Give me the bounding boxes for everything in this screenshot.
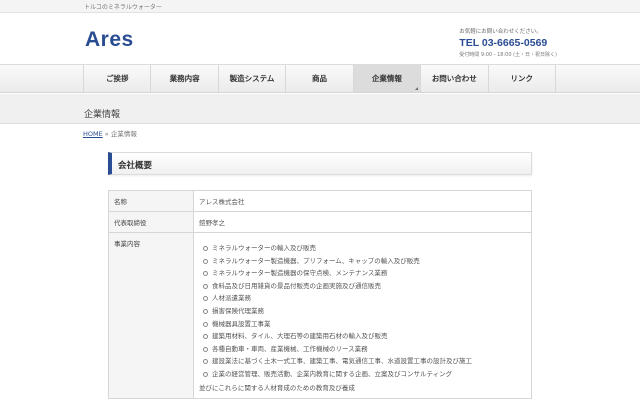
list-item: ミネラルウォーター製造機器、プリフォーム、キャップの輸入及び販売	[199, 255, 526, 268]
list-item: 機械器具設置工事業	[199, 318, 526, 331]
breadcrumb-home-link[interactable]: HOME	[83, 130, 103, 138]
section-heading: 会社概要	[108, 152, 532, 175]
company-overview-table: 名称 アレス株式会社 代表取締役 鎧野孝之 事業内容 ミネラルウォーターの輸入及…	[108, 190, 532, 399]
section-heading-text: 会社概要	[118, 161, 153, 171]
list-item: 各種自動車・車両、産業機械、工作機械のリース業務	[199, 343, 526, 356]
site-logo[interactable]: Ares	[85, 28, 134, 52]
business-extra-text: 並びにこれらに関する人材育成のための教育及び養成	[199, 383, 355, 392]
list-item: ミネラルウォーター製造機器の保守点検、メンテナンス業務	[199, 267, 526, 280]
top-bar: トルコのミネラルウォーター	[0, 0, 640, 13]
breadcrumb-separator: »	[102, 130, 111, 138]
nav-menu: ご挨拶 業務内容 製造システム 商品 企業情報 お問い合わせ リンク	[83, 65, 556, 92]
list-item: 損害保険代理業務	[199, 305, 526, 318]
global-nav: ご挨拶 業務内容 製造システム 商品 企業情報 お問い合わせ リンク	[0, 64, 640, 93]
table-label-representative: 代表取締役	[108, 211, 194, 233]
contact-note: お気軽にお問い合わせください。	[459, 29, 542, 35]
table-row: 事業内容 ミネラルウォーターの輸入及び販売 ミネラルウォーター製造機器、プリフォ…	[108, 232, 532, 399]
nav-item-contact[interactable]: お問い合わせ	[421, 65, 489, 92]
nav-item-products[interactable]: 商品	[286, 65, 354, 92]
contact-phone[interactable]: TEL 03-6665-0569	[459, 37, 557, 49]
list-item: 食料品及び日用雑貨の景品付販売の企画実施及び通信販売	[199, 280, 526, 293]
business-list: ミネラルウォーターの輸入及び販売 ミネラルウォーター製造機器、プリフォーム、キャ…	[199, 242, 526, 381]
nav-item-greeting[interactable]: ご挨拶	[84, 65, 152, 92]
list-item: 建設業法に基づく土木一式工事、建築工事、電気通信工事、水道設置工事の設計及び施工	[199, 355, 526, 368]
nav-item-business[interactable]: 業務内容	[151, 65, 219, 92]
table-value-business: ミネラルウォーターの輸入及び販売 ミネラルウォーター製造機器、プリフォーム、キャ…	[193, 232, 532, 399]
nav-item-links[interactable]: リンク	[489, 65, 556, 92]
table-value-representative: 鎧野孝之	[193, 211, 532, 233]
list-item: 人材派遣業務	[199, 292, 526, 305]
nav-item-company-info[interactable]: 企業情報	[353, 65, 422, 92]
list-item: 建築用材料、タイル、大理石等の建築用石材の輸入及び販売	[199, 330, 526, 343]
page-title: 企業情報	[84, 110, 121, 120]
site-tagline: トルコのミネラルウォーター	[84, 4, 162, 11]
breadcrumb-current: 企業情報	[110, 130, 137, 138]
list-item: ミネラルウォーターの輸入及び販売	[199, 242, 526, 255]
contact-hours: 受付時間 9:00 - 18:00 (土・日・祝日除く)	[459, 52, 557, 58]
table-label-business: 事業内容	[108, 232, 194, 399]
table-row: 代表取締役 鎧野孝之	[108, 211, 532, 233]
list-item: 企業の経営管理、販売活動、企業内教育に関する企画、立案及びコンサルティング	[199, 368, 526, 381]
table-row: 名称 アレス株式会社	[108, 190, 532, 212]
nav-item-manufacturing-system[interactable]: 製造システム	[219, 65, 287, 92]
breadcrumb: HOME » 企業情報	[83, 128, 137, 138]
contact-box: お気軽にお問い合わせください。 TEL 03-6665-0569 受付時間 9:…	[459, 27, 557, 58]
table-value-name: アレス株式会社	[193, 190, 532, 212]
table-label-name: 名称	[108, 190, 194, 212]
